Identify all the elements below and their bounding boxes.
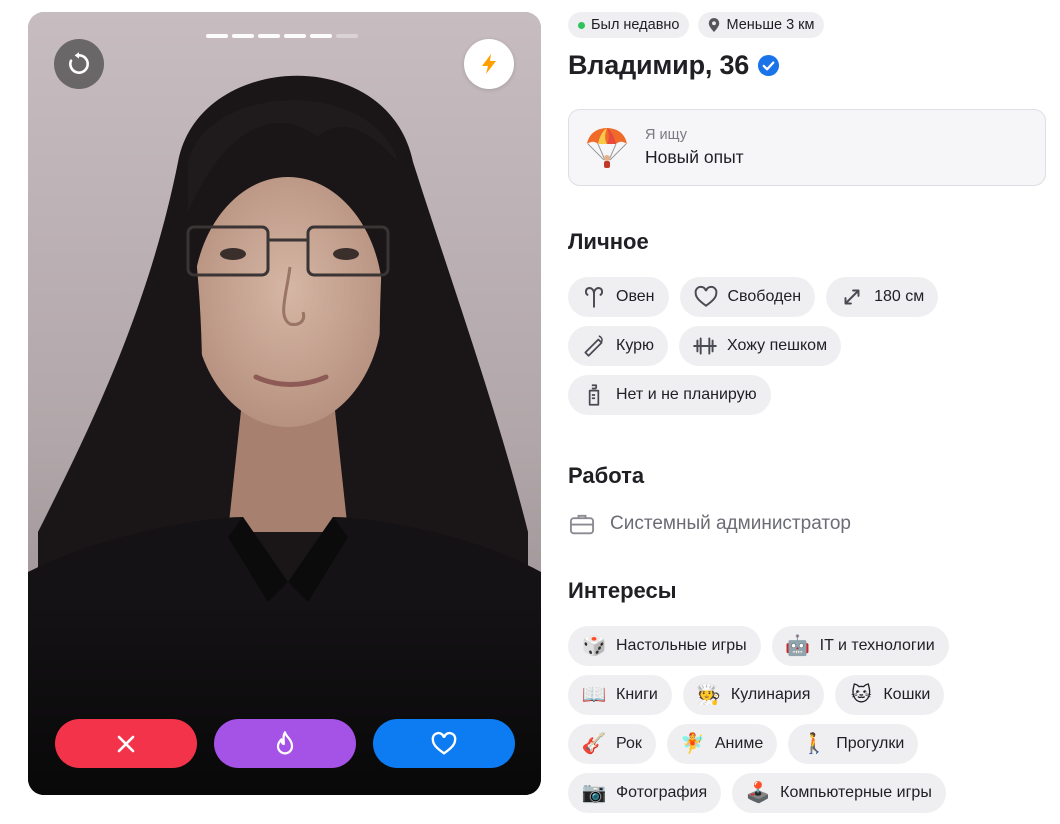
height-label: 180 см xyxy=(874,288,925,305)
interest-chip: 📷 Фотография xyxy=(568,773,722,813)
children-chip: Нет и не планирую xyxy=(568,375,771,415)
walking-person-icon: 🚶 xyxy=(801,733,827,755)
heart-icon xyxy=(431,731,457,755)
job-row: Системный администратор xyxy=(568,510,851,538)
dumbbell-icon xyxy=(693,337,717,355)
action-buttons xyxy=(55,719,515,768)
interest-chip: 🎲 Настольные игры xyxy=(568,626,761,666)
photo-progress-segment xyxy=(336,34,358,38)
heart-outline-icon xyxy=(694,285,717,307)
relationship-chip: Свободен xyxy=(679,277,816,317)
interest-chip: 🧑‍🍳 Кулинария xyxy=(682,675,825,715)
interest-label: Кулинария xyxy=(730,686,811,703)
interest-chip: 🧚 Аниме xyxy=(666,724,778,764)
interest-chip: 🤖 IT и технологии xyxy=(771,626,949,666)
cigarette-icon xyxy=(584,335,603,357)
interest-chips: 🎲 Настольные игры 🤖 IT и технологии 📖 Кн… xyxy=(568,626,949,813)
profile-photo xyxy=(28,12,541,795)
cook-icon: 🧑‍🍳 xyxy=(696,684,722,706)
book-icon: 📖 xyxy=(581,684,607,706)
location-pin-icon xyxy=(709,18,720,32)
relationship-label: Свободен xyxy=(727,288,802,305)
distance-text: Меньше 3 км xyxy=(726,17,815,33)
interest-label: Компьютерные игры xyxy=(780,784,932,801)
dislike-button[interactable] xyxy=(55,719,197,768)
joystick-icon: 🕹️ xyxy=(745,782,771,804)
job-title: Системный администратор xyxy=(610,513,851,534)
online-status-text: Был недавно xyxy=(591,17,680,33)
parachute-emoji-icon xyxy=(587,127,627,168)
photo-progress-segment xyxy=(232,34,254,38)
interest-chip: 🚶 Прогулки xyxy=(788,724,919,764)
camera-icon: 📷 xyxy=(581,782,607,804)
briefcase-icon xyxy=(569,514,595,535)
interest-label: Прогулки xyxy=(836,735,905,752)
photo-progress-segment xyxy=(206,34,228,38)
interest-label: Аниме xyxy=(714,735,764,752)
looking-for-caption: Я ищу xyxy=(645,127,687,143)
interest-chip: 🎸 Рок xyxy=(568,724,656,764)
aries-icon xyxy=(584,287,604,308)
close-icon xyxy=(117,735,135,752)
looking-for-value: Новый опыт xyxy=(645,147,744,167)
zodiac-chip: Овен xyxy=(568,277,669,317)
looking-for-card: Я ищу Новый опыт xyxy=(568,109,1046,186)
activity-label: Хожу пешком xyxy=(727,337,828,354)
personal-section-title: Личное xyxy=(568,229,649,254)
lightning-icon xyxy=(482,54,496,74)
online-status-badge: Был недавно xyxy=(568,12,690,38)
height-arrows-icon xyxy=(844,289,860,305)
robot-icon: 🤖 xyxy=(785,635,811,657)
cat-icon: 🐱 xyxy=(850,684,872,706)
smoking-chip: Курю xyxy=(568,326,669,366)
interest-label: Кошки xyxy=(883,686,931,703)
online-dot-icon xyxy=(578,21,585,29)
personal-chips: Овен Свободен 180 см Курю Хожу пешком Не… xyxy=(568,277,939,415)
interests-section-title: Интересы xyxy=(568,578,677,603)
interest-label: Рок xyxy=(616,735,642,752)
smoking-label: Курю xyxy=(616,337,655,354)
interest-label: Фотография xyxy=(616,784,708,801)
boost-button[interactable] xyxy=(464,39,514,89)
flame-icon xyxy=(276,730,294,754)
activity-chip: Хожу пешком xyxy=(679,326,842,366)
undo-icon xyxy=(69,52,89,74)
like-button[interactable] xyxy=(373,719,515,768)
children-label: Нет и не планирую xyxy=(616,386,757,403)
superlike-button[interactable] xyxy=(214,719,356,768)
distance-badge: Меньше 3 км xyxy=(698,12,825,38)
interest-label: Настольные игры xyxy=(616,637,747,654)
baby-bottle-icon xyxy=(588,384,600,406)
profile-photo-card[interactable] xyxy=(28,12,541,795)
fairy-icon: 🧚 xyxy=(680,733,706,755)
interest-chip: 🐱 Кошки xyxy=(835,675,945,715)
zodiac-label: Овен xyxy=(616,288,655,305)
status-badges: Был недавно Меньше 3 км xyxy=(568,12,825,38)
profile-header: Владимир, 36 xyxy=(568,50,780,81)
interest-label: IT и технологии xyxy=(819,637,935,654)
profile-name: Владимир, 36 xyxy=(568,50,750,80)
verified-badge-icon xyxy=(758,54,780,77)
interest-chip: 📖 Книги xyxy=(568,675,672,715)
interest-chip: 🕹️ Компьютерные игры xyxy=(732,773,946,813)
work-section-title: Работа xyxy=(568,463,645,488)
guitar-icon: 🎸 xyxy=(581,733,607,755)
interest-label: Книги xyxy=(616,686,658,703)
photo-progress-segment xyxy=(258,34,280,38)
height-chip: 180 см xyxy=(826,277,939,317)
photo-progress-segment xyxy=(310,34,332,38)
photo-progress-segment xyxy=(284,34,306,38)
photo-progress-indicator xyxy=(206,34,358,38)
dice-icon: 🎲 xyxy=(581,635,607,657)
undo-button[interactable] xyxy=(54,39,104,89)
